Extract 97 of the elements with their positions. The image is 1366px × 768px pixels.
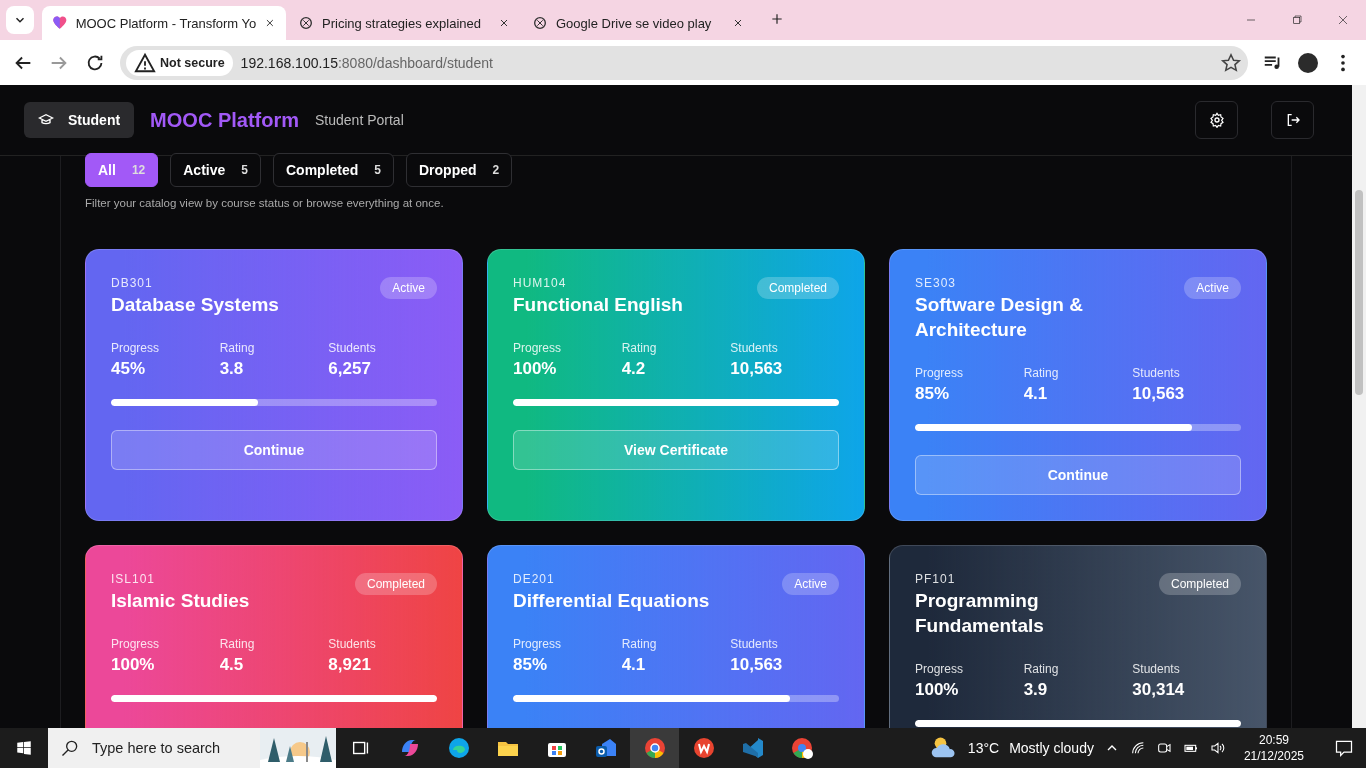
address-bar[interactable]: Not secure 192.168.100.15:8080/dashboard/student — [120, 45, 1248, 80]
course-code: SE303 — [915, 276, 958, 290]
temperature-text: 13°C — [967, 740, 1000, 756]
rating-value: 4.1 — [621, 655, 647, 675]
close-icon — [732, 17, 744, 29]
star-icon[interactable] — [1220, 51, 1242, 74]
profile-avatar[interactable] — [1298, 52, 1318, 73]
brand-title: MOOC Platform — [150, 108, 299, 132]
course-code: DB301 — [111, 276, 154, 290]
chrome-icon[interactable] — [789, 736, 814, 760]
stat-label: Progress — [513, 637, 563, 651]
status-badge: Completed — [354, 573, 437, 595]
rating-value: 4.5 — [219, 655, 245, 675]
browser-tab[interactable]: MOOC Platform - Transform Yo — [42, 6, 286, 40]
volume-icon[interactable] — [1209, 740, 1226, 756]
stat-label: Rating — [219, 637, 256, 651]
stat-label: Progress — [111, 637, 161, 651]
browser-tab[interactable]: Pricing strategies explained — [288, 6, 520, 40]
students-value: 8,921 — [328, 655, 372, 675]
rating-value: 4.1 — [1023, 384, 1049, 404]
course-code: DE201 — [513, 572, 556, 586]
camera-icon[interactable] — [1155, 740, 1172, 756]
wifi-icon[interactable] — [1129, 740, 1146, 756]
rating-value: 4.2 — [621, 359, 647, 379]
course-code: PF101 — [915, 572, 957, 586]
settings-button[interactable] — [1195, 101, 1238, 139]
stat-label: Progress — [513, 341, 563, 355]
stat-label: Progress — [915, 662, 965, 676]
clock-date[interactable]: 21/12/2025 — [1243, 748, 1304, 764]
course-title: Programming Fundamentals — [915, 589, 1045, 638]
office-w-icon[interactable] — [691, 736, 716, 760]
filter-tab[interactable]: All 12 — [85, 153, 159, 187]
students-value: 10,563 — [730, 655, 784, 675]
mail-envelope-icon[interactable] — [593, 736, 618, 760]
stat-label: Students — [328, 341, 377, 355]
filter-hint: Filter your catalog view by course status or browse everything at once. — [85, 197, 445, 209]
stat-label: Students — [730, 341, 779, 355]
filter-tab[interactable]: Dropped 2 — [406, 153, 513, 187]
filter-tab[interactable]: Active 5 — [170, 153, 261, 187]
browser-wave-icon[interactable] — [446, 736, 471, 760]
taskbar-search-field[interactable]: Type here to search — [48, 728, 336, 768]
stat-label: Rating — [1023, 662, 1060, 676]
filter-tab[interactable]: Completed 5 — [272, 153, 394, 187]
stat-label: Rating — [219, 341, 256, 355]
course-title: Database Systems — [111, 293, 279, 317]
students-value: 6,257 — [328, 359, 372, 379]
status-badge: Completed — [756, 277, 839, 299]
rating-value: 3.9 — [1023, 680, 1049, 700]
notification-icon[interactable] — [1334, 738, 1354, 758]
code-editor-icon[interactable] — [740, 736, 765, 760]
progress-value: 100% — [513, 359, 558, 379]
course-code: ISL101 — [111, 572, 157, 586]
progress-value: 85% — [513, 655, 549, 675]
close-icon — [264, 17, 276, 29]
progress-value: 100% — [111, 655, 156, 675]
course-title: Islamic Studies — [111, 589, 250, 613]
stat-label: Students — [328, 637, 377, 651]
weather-text: Mostly cloudy — [1009, 740, 1094, 756]
status-badge: Active — [1184, 277, 1241, 299]
course-title: Software Design & Architecture — [915, 293, 1084, 342]
clock-time[interactable]: 20:59 — [1243, 732, 1304, 748]
stat-label: Rating — [621, 637, 658, 651]
status-badge: Active — [380, 277, 437, 299]
stat-label: Students — [1132, 662, 1181, 676]
students-value: 10,563 — [730, 359, 784, 379]
stat-label: Rating — [621, 341, 658, 355]
logout-button[interactable] — [1271, 101, 1314, 139]
search-icon — [60, 738, 80, 758]
stat-label: Progress — [915, 366, 965, 380]
stat-label: Students — [1132, 366, 1181, 380]
plus-icon — [770, 12, 784, 26]
course-title: Differential Equations — [513, 589, 710, 613]
status-badge: Completed — [1158, 573, 1241, 595]
close-icon — [498, 17, 510, 29]
url-text: 192.168.100.15:8080/dashboard/student — [240, 54, 494, 71]
rating-value: 3.8 — [219, 359, 245, 379]
stat-label: Students — [730, 637, 779, 651]
progress-value: 100% — [915, 680, 960, 700]
course-title: Functional English — [513, 293, 683, 317]
students-value: 10,563 — [1132, 384, 1186, 404]
not-secure-chip[interactable]: Not secure — [126, 49, 233, 76]
students-value: 30,314 — [1132, 680, 1186, 700]
chrome-icon[interactable] — [642, 736, 667, 760]
progress-value: 45% — [111, 359, 147, 379]
role-button[interactable]: Student — [24, 102, 135, 138]
browser-tab[interactable]: Google Drive se video play — [522, 6, 754, 40]
settings-icon — [1208, 112, 1225, 128]
course-code: HUM104 — [513, 276, 568, 290]
progress-value: 85% — [915, 384, 951, 404]
portal-subtitle: Student Portal — [315, 112, 404, 128]
stat-label: Rating — [1023, 366, 1060, 380]
heart-logo-icon — [52, 15, 68, 31]
windows-logo-icon[interactable] — [15, 739, 33, 757]
stat-label: Progress — [111, 341, 161, 355]
status-badge: Active — [782, 573, 839, 595]
scrollbar[interactable] — [1352, 85, 1366, 728]
warning-icon — [134, 51, 156, 74]
